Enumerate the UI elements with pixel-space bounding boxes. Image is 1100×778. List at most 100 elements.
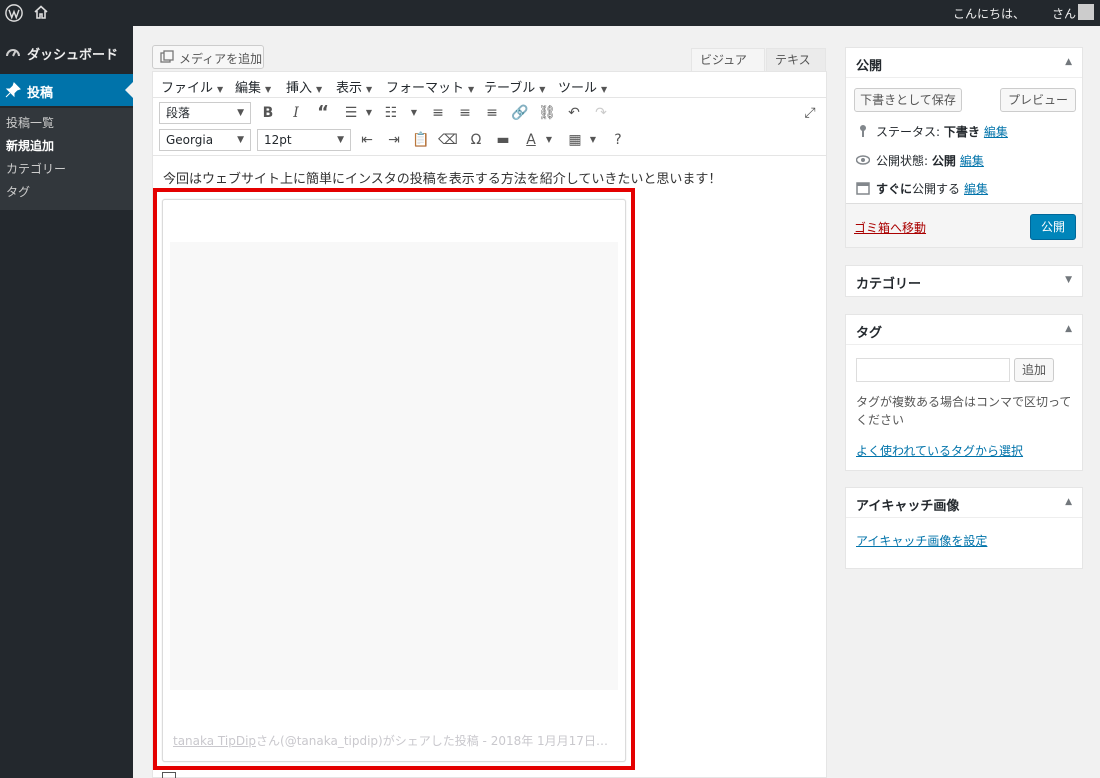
align-center-icon[interactable]: ≡ [455,103,475,123]
category-panel: カテゴリー ▼ [845,265,1083,297]
menu-file[interactable]: ファイル ▼ [161,77,223,96]
chevron-down-icon: ▼ [217,85,224,94]
menu-edit-label: 編集 [235,81,262,96]
chevron-down-icon: ▼ [337,135,344,145]
paste-text-icon[interactable]: 📋 [411,130,431,150]
admin-bar: こんにちは、 さん [0,0,1100,26]
text-color-icon[interactable]: A [521,130,541,150]
undo-icon[interactable]: ↶ [564,103,584,123]
embed-toolbar-icon[interactable] [162,772,176,778]
chevron-down-icon: ▼ [237,108,244,118]
add-tag-button[interactable]: 追加 [1014,358,1054,382]
dashboard-icon [6,49,20,57]
menu-edit[interactable]: 編集 ▼ [235,77,271,96]
align-left-icon[interactable]: ≡ [428,103,448,123]
move-to-trash-link[interactable]: ゴミ箱へ移動 [854,219,926,236]
publish-panel-header[interactable]: 公開 ▲ [846,48,1082,78]
tag-help-text: タグが複数ある場合はコンマで区切ってください [856,395,1072,427]
chevron-down-icon: ▼ [468,85,475,94]
font-family-value: Georgia [166,133,214,147]
panel-title: 公開 [856,59,883,74]
publish-button[interactable]: 公開 [1030,214,1076,240]
edit-visibility-link[interactable]: 編集 [960,154,984,168]
font-size-select[interactable]: 12pt ▼ [257,129,351,151]
italic-icon[interactable]: I [286,103,306,123]
publish-actions: ゴミ箱へ移動 公開 [846,203,1082,247]
edit-schedule-link[interactable]: 編集 [964,182,988,196]
chevron-down-icon[interactable]: ▼ [359,103,379,123]
menu-insert[interactable]: 挿入 ▼ [286,77,322,96]
posts-submenu: 投稿一覧 新規追加 カテゴリー タグ [0,108,133,210]
submenu-categories[interactable]: カテゴリー [6,160,66,177]
format-select[interactable]: 段落 ▼ [159,102,251,124]
indent-icon[interactable]: ⇥ [384,130,404,150]
eye-icon [856,155,870,165]
redo-icon[interactable]: ↷ [591,103,611,123]
special-character-icon[interactable]: Ω [466,130,486,150]
instagram-embed[interactable]: tanaka TipDipさん(@tanaka_tipdip)がシェアした投稿 … [162,199,626,762]
link-icon[interactable]: 🔗 [510,103,530,123]
tab-text[interactable]: テキスト [766,48,826,90]
collapse-arrow-icon[interactable]: ▲ [1065,497,1072,507]
collapse-arrow-icon[interactable]: ▲ [1065,57,1072,67]
panel-title: アイキャッチ画像 [856,499,960,514]
bold-icon[interactable]: B [258,103,278,123]
chevron-down-icon[interactable]: ▼ [539,130,559,150]
clear-formatting-icon[interactable]: ⌫ [438,130,458,150]
avatar[interactable] [1078,4,1094,20]
bullet-list-icon[interactable]: ☰ [341,103,361,123]
fullscreen-icon[interactable]: ⤢ [800,103,820,123]
menu-view[interactable]: 表示 ▼ [336,77,372,96]
tab-visual[interactable]: ビジュアル [691,48,765,90]
visibility-row: 公開状態: 公開 編集 [856,152,984,169]
numbered-list-icon[interactable]: ☷ [381,103,401,123]
font-family-select[interactable]: Georgia ▼ [159,129,251,151]
font-size-value: 12pt [264,133,292,147]
save-draft-button[interactable]: 下書きとして保存 [854,88,962,112]
horizontal-line-icon[interactable]: ▬ [493,130,513,150]
menu-posts[interactable]: 投稿 [0,74,133,106]
embed-author-link[interactable]: tanaka TipDip [173,734,256,748]
featured-image-panel-header[interactable]: アイキャッチ画像 ▲ [846,488,1082,518]
edit-status-link[interactable]: 編集 [984,125,1008,139]
choose-popular-tags-link[interactable]: よく使われているタグから選択 [856,442,1023,459]
chevron-down-icon[interactable]: ▼ [583,130,603,150]
chevron-down-icon: ▼ [366,85,373,94]
collapse-arrow-icon[interactable]: ▲ [1065,324,1072,334]
menu-tools[interactable]: ツール ▼ [558,77,607,96]
outdent-icon[interactable]: ⇤ [357,130,377,150]
chevron-down-icon: ▼ [316,85,323,94]
blockquote-icon[interactable]: “ [313,103,333,123]
align-right-icon[interactable]: ≡ [482,103,502,123]
menu-table[interactable]: テーブル ▼ [484,77,545,96]
menu-dashboard[interactable]: ダッシュボード [0,36,133,68]
user-name[interactable]: さん [1052,5,1076,22]
editor-toolbar-1: 段落 ▼ B I “ ☰ ▼ ☷ ▼ ≡ ≡ ≡ 🔗 ⛓ ↶ ↷ ⤢ [153,99,826,127]
submenu-tags[interactable]: タグ [6,183,30,200]
category-panel-header[interactable]: カテゴリー ▼ [846,266,1082,296]
submenu-all-posts[interactable]: 投稿一覧 [6,114,54,131]
chevron-down-icon: ▼ [237,135,244,145]
wordpress-logo-icon[interactable] [5,4,23,22]
table-icon[interactable]: ▦ [565,130,585,150]
editor-menubar: ファイル ▼ 編集 ▼ 挿入 ▼ 表示 ▼ フォーマット ▼ テーブル ▼ ツール ▼ [153,72,826,98]
tag-panel-header[interactable]: タグ ▲ [846,315,1082,345]
schedule-bold: すぐに [876,182,913,196]
menu-format[interactable]: フォーマット ▼ [386,77,474,96]
unlink-icon[interactable]: ⛓ [537,103,557,123]
embed-caption: tanaka TipDipさん(@tanaka_tipdip)がシェアした投稿 … [173,732,619,749]
format-select-value: 段落 [166,106,191,120]
greeting: こんにちは、 [953,7,1026,21]
chevron-down-icon[interactable]: ▼ [404,103,424,123]
tag-input[interactable] [856,358,1010,382]
content-paragraph[interactable]: 今回はウェブサイト上に簡単にインスタの投稿を表示する方法を紹介していきたいと思い… [163,168,721,187]
home-icon[interactable] [34,5,48,19]
help-icon[interactable]: ? [608,130,628,150]
menu-table-label: テーブル [484,81,536,96]
preview-button[interactable]: プレビュー [1000,88,1076,112]
submenu-add-new[interactable]: 新規追加 [6,137,54,154]
expand-arrow-icon[interactable]: ▼ [1065,275,1072,285]
pin-icon [5,82,21,98]
set-featured-image-link[interactable]: アイキャッチ画像を設定 [856,532,987,549]
add-media-button[interactable]: メディアを追加 [152,45,264,69]
